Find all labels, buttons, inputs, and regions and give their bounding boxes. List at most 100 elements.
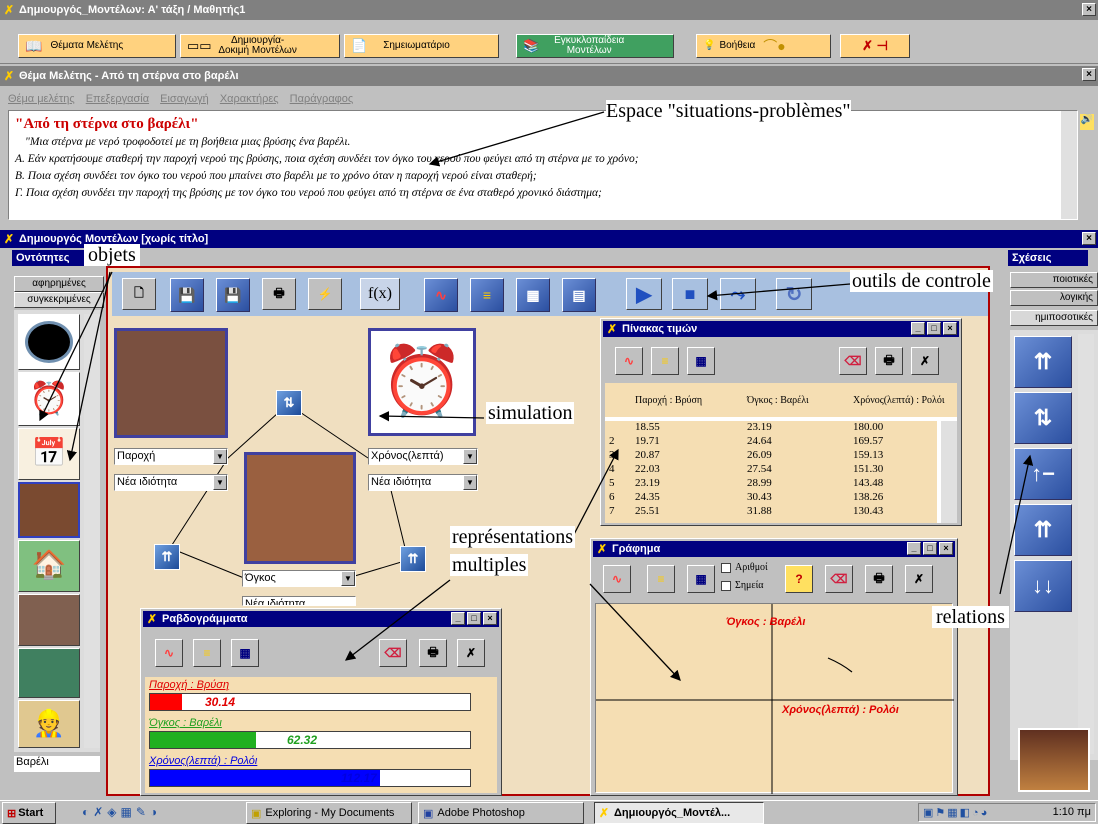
menu-edit[interactable]: Επεξεργασία <box>86 93 149 105</box>
points-checkbox[interactable] <box>721 581 731 591</box>
minimize-icon[interactable]: _ <box>911 322 925 335</box>
relation-increase-increase-icon[interactable]: ⇈ <box>1014 336 1072 388</box>
help-button[interactable]: 💡 Βοήθεια ⌒● <box>696 34 831 58</box>
menu-paragraph[interactable]: Παράγραφος <box>290 93 354 105</box>
table-icon[interactable]: ▦ <box>687 347 715 375</box>
eraser-icon[interactable]: ⌫ <box>825 565 853 593</box>
minimize-icon[interactable]: _ <box>907 542 921 555</box>
relation-increase-constant-icon[interactable]: ↑− <box>1014 448 1072 500</box>
tap-image[interactable] <box>114 328 228 438</box>
minimize-icon[interactable]: _ <box>451 612 465 625</box>
tab-abstract[interactable]: αφηρημένες <box>14 276 104 292</box>
exit-button[interactable]: ✗ ⊣ <box>840 34 910 58</box>
taskbar-exploring[interactable]: ▣ Exploring - My Documents <box>246 802 412 824</box>
relation-increase-decrease-icon[interactable]: ⇅ <box>1014 392 1072 444</box>
menu-topic[interactable]: Θέμα μελέτης <box>8 93 75 105</box>
table-row[interactable]: 2 19.71 24.64 169.57 <box>605 435 937 448</box>
column-header: Όγκος : Βαρέλι <box>747 395 809 406</box>
bar-label: Παροχή : Βρύση <box>149 679 230 691</box>
tap-new-property-select[interactable]: Νέα ιδιότητα ▼ <box>114 474 228 491</box>
clock-image[interactable]: ⏰ <box>368 328 476 436</box>
bars-title-bar: ✗ Ραβδογράμματα _ □ × <box>143 611 499 627</box>
table-row[interactable]: 4 22.03 27.54 151.30 <box>605 463 937 476</box>
relation-node-top[interactable]: ⇅ <box>276 390 302 416</box>
clock-new-property-select[interactable]: Νέα ιδιότητα ▼ <box>368 474 478 491</box>
entity-person[interactable]: 👷 <box>18 700 80 748</box>
close-icon[interactable]: × <box>483 612 497 625</box>
bars-icon[interactable]: ≡ <box>647 565 675 593</box>
entity-house[interactable]: 🏠 <box>18 540 80 592</box>
graph-icon[interactable]: ∿ <box>603 565 631 593</box>
close-icon[interactable]: × <box>1082 3 1096 16</box>
tab-concrete[interactable]: συγκεκριμένες <box>14 292 104 308</box>
barrel-new-property-select[interactable]: Νέα ιδιότητα <box>242 596 356 606</box>
encyclopedia-button[interactable]: 📚 Εγκυκλοπαίδεια Μοντέλων <box>516 34 674 58</box>
barrel-image[interactable] <box>244 452 356 564</box>
taskbar-model-creator[interactable]: ✗ Δημιουργός_Μοντέλ... <box>594 802 764 824</box>
maximize-icon[interactable]: □ <box>467 612 481 625</box>
graph-icon[interactable]: ∿ <box>615 347 643 375</box>
close-icon[interactable]: × <box>1082 68 1096 81</box>
tab-semi-quantitative[interactable]: ημιποσοτικές <box>1010 310 1098 326</box>
tray-icons[interactable]: ▣⚑▦◧◔◕ <box>923 807 989 819</box>
numbers-checkbox[interactable] <box>721 563 731 573</box>
eraser-icon[interactable]: ⌫ <box>839 347 867 375</box>
topics-button[interactable]: 📖 Θέματα Μελέτης <box>18 34 176 58</box>
photoshop-icon: ▣ <box>423 807 434 820</box>
graph-window: ✗ Γράφημα _ □ × ∿ ≡ ▦ Αριθμοί Σημεία ? ⌫… <box>590 538 958 796</box>
sound-icon[interactable]: 🔊 <box>1080 114 1094 130</box>
entity-table[interactable] <box>18 648 80 698</box>
exit-icon[interactable]: ✗ <box>457 639 485 667</box>
topic-scrollbar[interactable] <box>1061 111 1077 219</box>
entity-calendar[interactable]: 📅 <box>18 428 80 480</box>
model-create-button[interactable]: ▭▭ Δημιουργία-Δοκιμή Μοντέλων <box>180 34 340 58</box>
relations-scrollbar[interactable] <box>1078 334 1094 754</box>
bars-icon[interactable]: ≡ <box>651 347 679 375</box>
close-icon[interactable]: × <box>939 542 953 555</box>
table-row[interactable]: 3 20.87 26.09 159.13 <box>605 449 937 462</box>
exit-icon[interactable]: ✗ <box>911 347 939 375</box>
help-icon[interactable]: ? <box>785 565 813 593</box>
entity-clock[interactable]: ⏰ <box>18 372 80 426</box>
entity-cistern[interactable] <box>18 314 80 370</box>
quicklaunch-icons[interactable]: ◐✗◈▦✎◑ <box>82 805 232 821</box>
table-row[interactable]: 7 25.51 31.88 130.43 <box>605 505 937 518</box>
tab-logic[interactable]: λογικής <box>1010 290 1098 306</box>
start-button[interactable]: ⊞ Start <box>2 802 56 824</box>
close-icon[interactable]: × <box>943 322 957 335</box>
relation-down-icon[interactable]: ↓↓ <box>1014 560 1072 612</box>
table-row[interactable]: 6 24.35 30.43 138.26 <box>605 491 937 504</box>
notebook-button[interactable]: 📄 Σημειωματάριο <box>344 34 499 58</box>
exit-icon[interactable]: ✗ <box>905 565 933 593</box>
tap-property-select[interactable]: Παροχή ▼ <box>114 448 228 465</box>
relation-double-increase-icon[interactable]: ⇈ <box>1014 504 1072 556</box>
topic-title-bar: ✗ Θέμα Μελέτης - Από τη στέρνα στο βαρέλ… <box>0 66 1098 86</box>
relation-node-left[interactable]: ⇈ <box>154 544 180 570</box>
maximize-icon[interactable]: □ <box>923 542 937 555</box>
close-icon[interactable]: × <box>1082 232 1096 245</box>
menu-characters[interactable]: Χαρακτήρες <box>220 93 279 105</box>
bars-icon[interactable]: ≡ <box>193 639 221 667</box>
print-icon[interactable]: 🖶 <box>865 565 893 593</box>
table-icon[interactable]: ▦ <box>231 639 259 667</box>
table-row[interactable]: 18.55 23.19 180.00 <box>605 421 937 434</box>
table-scrollbar[interactable] <box>941 421 957 523</box>
taskbar-photoshop[interactable]: ▣ Adobe Photoshop <box>418 802 584 824</box>
tab-qualitative[interactable]: ποιοτικές <box>1010 272 1098 288</box>
clock-property-select[interactable]: Χρόνος(λεπτά) ▼ <box>368 448 478 465</box>
entities-scrollbar[interactable] <box>84 314 100 748</box>
values-table-window: ✗ Πίνακας τιμών _ □ × ∿ ≡ ▦ ⌫ 🖶 ✗ Παροχή… <box>600 318 962 526</box>
barrel-property-select[interactable]: Όγκος ▼ <box>242 570 356 587</box>
print-icon[interactable]: 🖶 <box>875 347 903 375</box>
table-icon[interactable]: ▦ <box>687 565 715 593</box>
relation-node-right[interactable]: ⇈ <box>400 546 426 572</box>
print-icon[interactable]: 🖶 <box>419 639 447 667</box>
eraser-icon[interactable]: ⌫ <box>379 639 407 667</box>
table-row[interactable]: 5 23.19 28.99 143.48 <box>605 477 937 490</box>
menu-insert[interactable]: Εισαγωγή <box>160 93 209 105</box>
entity-tap[interactable] <box>18 594 80 646</box>
entity-barrel[interactable] <box>18 482 80 538</box>
topic-text-area[interactable]: "Από τη στέρνα στο βαρέλι" "Μια στέρνα μ… <box>8 110 1078 220</box>
graph-icon[interactable]: ∿ <box>155 639 183 667</box>
maximize-icon[interactable]: □ <box>927 322 941 335</box>
